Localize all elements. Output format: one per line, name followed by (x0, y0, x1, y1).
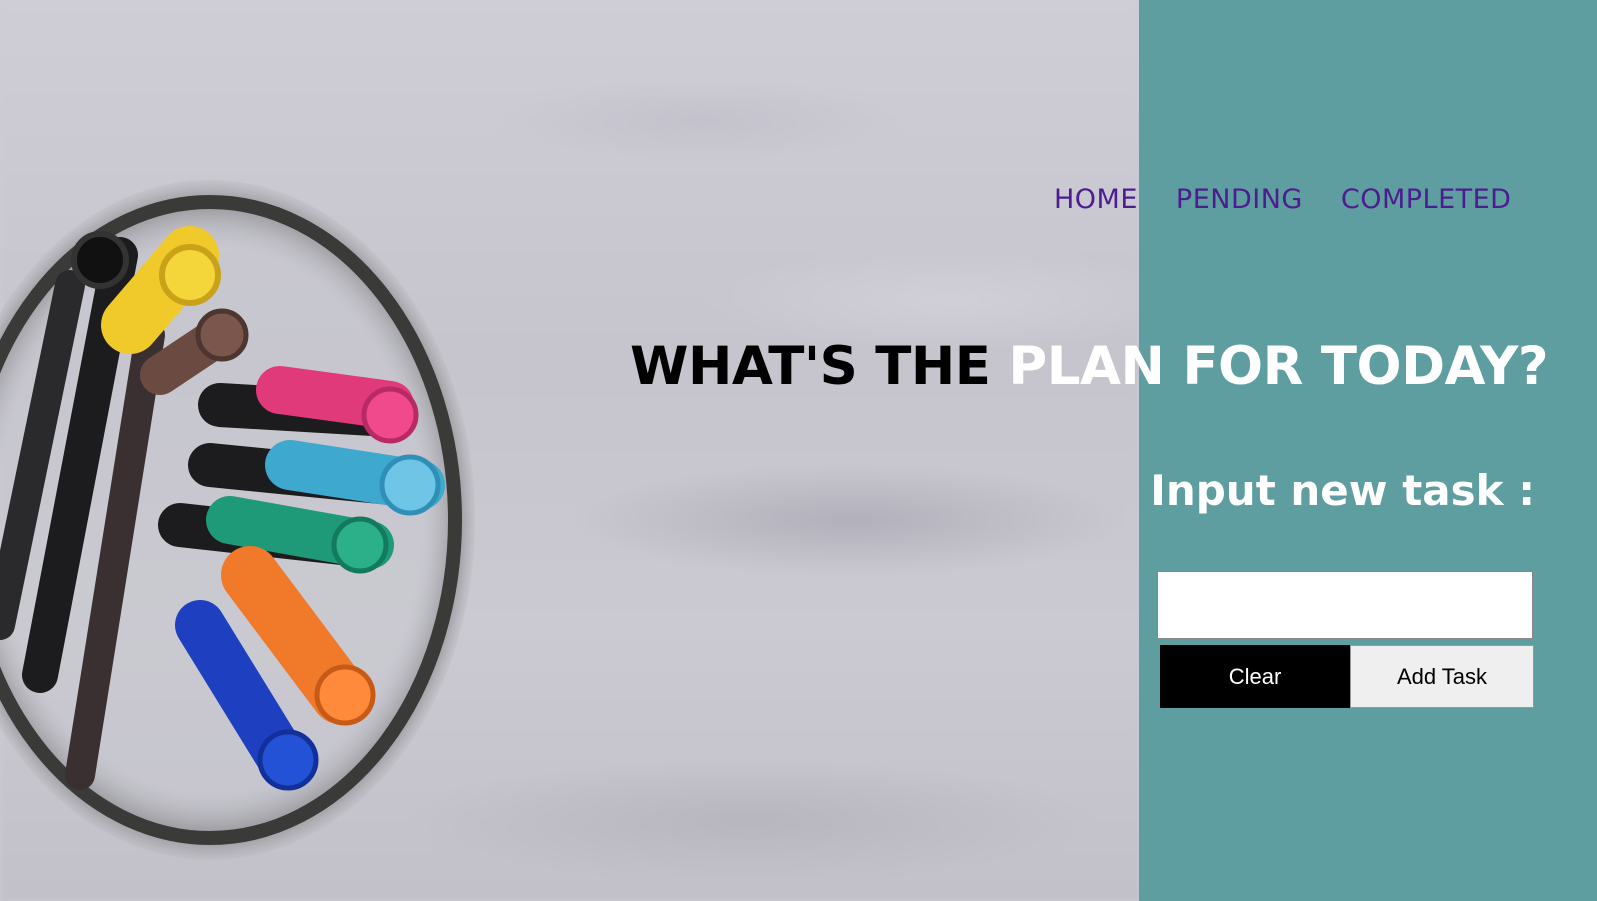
main-nav: HOME PENDING COMPLETED (1054, 184, 1511, 215)
headline-part-dark: WHAT'S THE (630, 336, 1009, 397)
task-input-label: Input new task : (1150, 466, 1535, 515)
headline-part-light: PLAN FOR TODAY? (1008, 336, 1549, 397)
button-row: Clear Add Task (1160, 645, 1534, 708)
pen-jar-image (0, 180, 475, 860)
clear-button[interactable]: Clear (1160, 645, 1350, 708)
side-panel (1139, 0, 1597, 901)
nav-pending-link[interactable]: PENDING (1176, 184, 1303, 215)
page: HOME PENDING COMPLETED WHAT'S THE PLAN F… (0, 0, 1597, 901)
nav-home-link[interactable]: HOME (1054, 184, 1138, 215)
page-headline: WHAT'S THE PLAN FOR TODAY? (630, 336, 1549, 397)
add-task-button[interactable]: Add Task (1350, 645, 1534, 708)
nav-completed-link[interactable]: COMPLETED (1341, 184, 1512, 215)
task-input[interactable] (1157, 571, 1533, 639)
